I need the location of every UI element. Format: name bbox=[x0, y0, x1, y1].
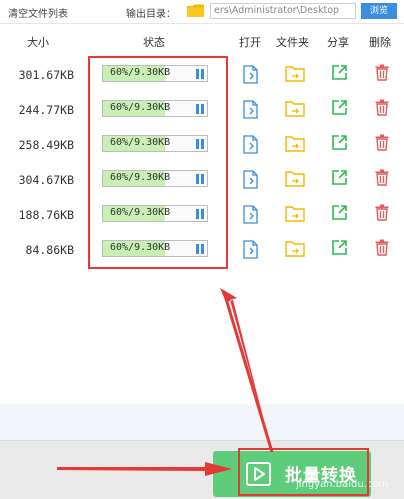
file-size: 84.86KB bbox=[25, 243, 74, 257]
folder-icon[interactable] bbox=[285, 101, 305, 117]
file-icon[interactable] bbox=[243, 205, 258, 224]
share-icon[interactable] bbox=[331, 169, 348, 186]
trash-icon[interactable] bbox=[375, 239, 389, 256]
folder-icon[interactable] bbox=[285, 66, 305, 82]
share-icon[interactable] bbox=[331, 204, 348, 221]
file-icon[interactable] bbox=[243, 170, 258, 189]
file-size: 258.49KB bbox=[18, 138, 74, 152]
output-dir-label: 输出目录： bbox=[126, 9, 176, 20]
header-delete: 删除 bbox=[369, 36, 391, 49]
header-size: 大小 bbox=[27, 36, 49, 49]
folder-icon[interactable] bbox=[285, 136, 305, 152]
folder-icon[interactable] bbox=[285, 171, 305, 187]
file-size: 301.67KB bbox=[18, 68, 74, 82]
file-size: 244.77KB bbox=[18, 103, 74, 117]
trash-icon[interactable] bbox=[375, 99, 389, 116]
folder-icon[interactable] bbox=[187, 4, 204, 17]
file-icon[interactable] bbox=[243, 100, 258, 119]
output-path-input[interactable]: ers\Administrator\Desktop bbox=[210, 3, 356, 19]
file-size: 188.76KB bbox=[18, 208, 74, 222]
annotation-box-button bbox=[238, 448, 369, 496]
folder-icon[interactable] bbox=[285, 241, 305, 257]
header-share: 分享 bbox=[327, 36, 349, 49]
share-icon[interactable] bbox=[331, 99, 348, 116]
folder-icon[interactable] bbox=[285, 206, 305, 222]
list-empty-area bbox=[0, 404, 404, 440]
toolbar: 清空文件列表 输出目录： ers\Administrator\Desktop 浏… bbox=[0, 0, 404, 24]
header-folder: 文件夹 bbox=[276, 36, 309, 49]
share-icon[interactable] bbox=[331, 134, 348, 151]
header-status: 状态 bbox=[143, 36, 165, 49]
trash-icon[interactable] bbox=[375, 204, 389, 221]
file-icon[interactable] bbox=[243, 65, 258, 84]
annotation-box-status bbox=[88, 56, 228, 269]
trash-icon[interactable] bbox=[375, 64, 389, 81]
trash-icon[interactable] bbox=[375, 169, 389, 186]
file-size: 304.67KB bbox=[18, 173, 74, 187]
clear-list-button[interactable]: 清空文件列表 bbox=[8, 5, 68, 20]
file-icon[interactable] bbox=[243, 240, 258, 259]
header-open: 打开 bbox=[239, 36, 261, 49]
share-icon[interactable] bbox=[331, 64, 348, 81]
file-icon[interactable] bbox=[243, 135, 258, 154]
share-icon[interactable] bbox=[331, 239, 348, 256]
trash-icon[interactable] bbox=[375, 134, 389, 151]
browse-button[interactable]: 浏览 bbox=[361, 3, 397, 19]
